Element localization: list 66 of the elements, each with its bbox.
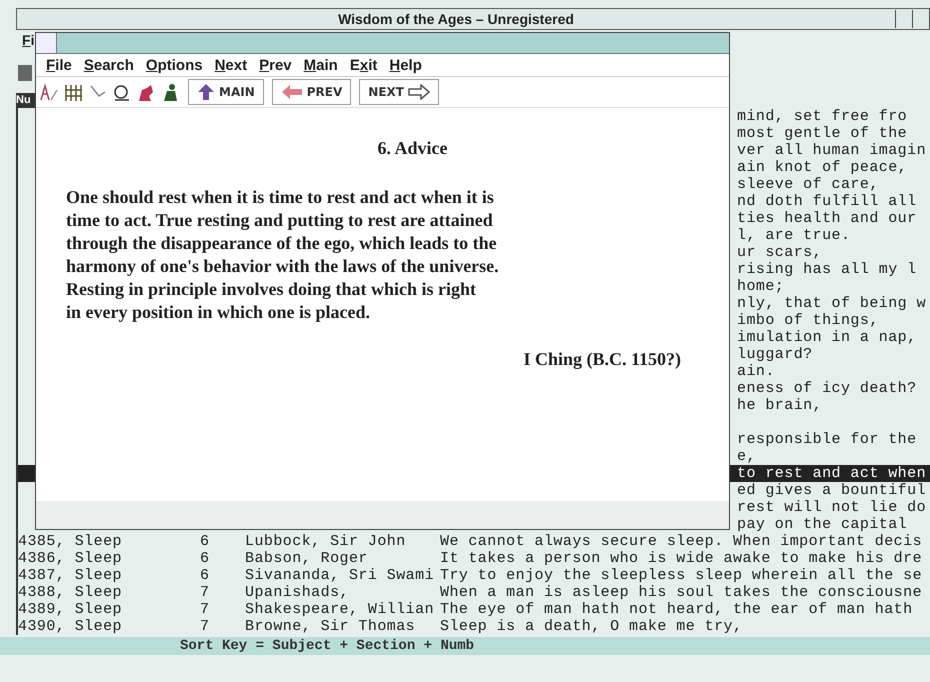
table-cell-text: Sleep is a death, O make me try, <box>440 618 744 635</box>
list-row[interactable]: 4388, Sleep 7 Upanishads, When a man is asleep his soul takes the consciousne <box>18 584 930 601</box>
table-cell-text: Try to enjoy the sleepless sleep wherein all the se <box>440 567 924 584</box>
table-cell-text: 6 <box>200 567 210 584</box>
table-cell-text: 4390, Sleep <box>18 618 123 635</box>
table-cell-text: It takes a person who is wide awake to make his dre <box>440 550 924 567</box>
table-cell: mind, set free fro <box>737 108 908 125</box>
table-cell: e, <box>737 448 756 465</box>
table-cell: ain knot of peace, <box>737 159 908 176</box>
left-arrow-icon <box>280 84 303 100</box>
table-cell-text: 4385, Sleep <box>18 533 123 550</box>
table-cell-text: 4388, Sleep <box>18 584 123 601</box>
toolbar-button[interactable]: PREV <box>272 79 352 105</box>
table-cell-text: Upanishads, <box>245 584 350 601</box>
table-cell: ed gives a bountiful <box>737 482 926 499</box>
table-cell-text: Lubbock, Sir John <box>245 533 407 550</box>
table-cell-text: 7 <box>200 601 210 618</box>
table-cell: ain. <box>737 363 775 380</box>
list-row[interactable]: 4385, Sleep 6 Lubbock, Sir John We cannot always secure sleep. When important decis <box>18 533 930 550</box>
menu-item[interactable]: Search <box>78 56 140 74</box>
quote-heading: 6. Advice <box>376 138 448 159</box>
menu-item[interactable]: Next <box>208 56 254 74</box>
menu-item[interactable]: Main <box>298 56 344 74</box>
columns-icon <box>63 82 83 102</box>
table-cell-text: When a man is asleep his soul takes the consciousne <box>440 584 924 601</box>
table-cell-text: 4387, Sleep <box>18 567 123 584</box>
table-cell: sleeve of care, <box>737 176 879 193</box>
table-cell: most gentle of the <box>737 125 908 142</box>
menu-item[interactable]: Exit <box>344 56 384 74</box>
menu-item[interactable]: Prev <box>253 56 298 74</box>
table-cell-text: 4389, Sleep <box>18 601 123 618</box>
menu-item[interactable]: File <box>40 56 78 74</box>
table-cell-text: 4386, Sleep <box>18 550 123 567</box>
table-cell-text: We cannot always secure sleep. When important decis <box>440 533 924 550</box>
table-cell-text: 7 <box>200 584 210 601</box>
right-arrow-icon <box>408 84 430 100</box>
table-cell: to rest and act when <box>737 465 926 482</box>
table-cell-text: The eye of man hath not heard, the ear of man hath <box>440 601 914 618</box>
list-row[interactable]: 4390, Sleep 7 Browne, Sir Thomas Sleep is a death, O make me try, <box>18 618 930 635</box>
quote-source: I Ching (B.C. 1150?) <box>522 349 681 370</box>
toolbar-button[interactable]: MAIN <box>188 79 264 105</box>
table-cell-text: Browne, Sir Thomas <box>245 618 416 635</box>
table-cell: imulation in a nap, <box>737 329 917 346</box>
toolbar-button[interactable]: NEXT <box>359 79 439 105</box>
house-arrow-icon <box>197 83 215 101</box>
system-menu-button[interactable] <box>36 33 57 53</box>
table-cell-text: Sivananda, Sri Swami <box>245 567 436 584</box>
menu-item[interactable]: Help <box>383 56 428 74</box>
window-title: Wisdom of the Ages – Unregistered <box>337 11 575 27</box>
font-size-icon <box>39 82 59 102</box>
status-bar: Sort Key = Subject + Section + Numb <box>0 637 930 655</box>
table-cell-text: 7 <box>200 618 210 635</box>
list-row[interactable]: 4387, Sleep 6 Sivananda, Sri Swami Try to enjoy the sleepless sleep wherein all the se <box>18 567 930 584</box>
menu-item[interactable]: Options <box>140 56 209 74</box>
table-cell-text: 6 <box>200 550 210 567</box>
table-cell-text: Babson, Roger <box>245 550 369 567</box>
table-cell-text: Shakespeare, Willian <box>245 601 436 618</box>
table-cell: he brain, <box>737 397 822 414</box>
table-cell: eness of icy death? <box>737 380 917 397</box>
list-row[interactable]: 4389, Sleep 7 Shakespeare, Willian The eye of man hath not heard, the ear of man hath <box>18 601 930 618</box>
quote-text: One should rest when it is time to rest and act when it is time to act. True resting and putting to rest are attained through the disappearance of the ego, which leads to the harmony of one's behavior with the laws of the universe. Resting in principle involves doing that which is right in every position in which one is placed. <box>66 186 500 324</box>
table-cell-text: 6 <box>200 533 210 550</box>
list-row[interactable]: 4386, Sleep 6 Babson, Roger It takes a person who is wide awake to make his dre <box>18 550 930 567</box>
table-cell: pay on the capital <box>737 516 908 533</box>
table-cell: rest will not lie do <box>737 499 926 516</box>
table-cell: responsible for the <box>737 431 917 448</box>
